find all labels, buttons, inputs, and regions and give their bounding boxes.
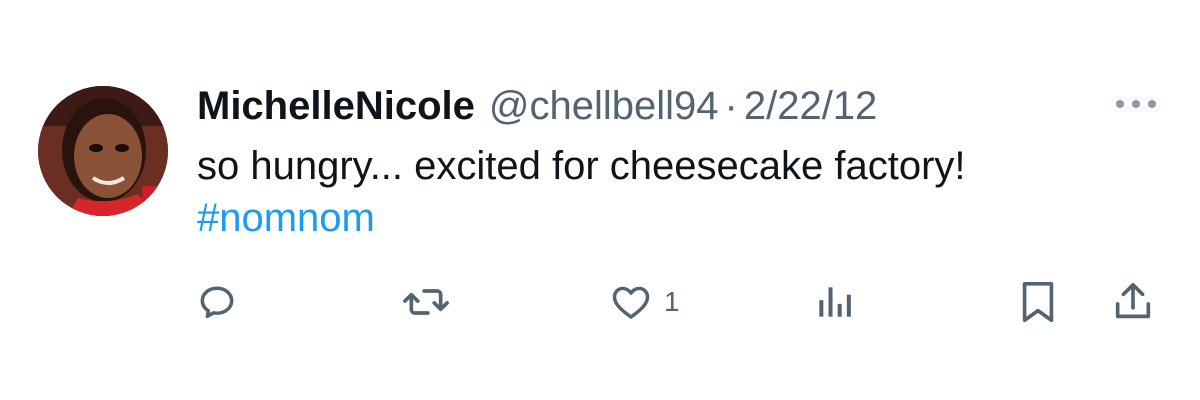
avatar-image bbox=[38, 86, 168, 216]
separator-dot: · bbox=[724, 84, 738, 128]
reply-icon bbox=[200, 286, 234, 319]
tweet-text-content: so hungry... excited for cheesecake fact… bbox=[197, 144, 966, 188]
heart-icon bbox=[612, 286, 650, 319]
tweet-date[interactable]: 2/22/12 bbox=[744, 82, 877, 130]
like-button[interactable]: 1 bbox=[608, 272, 680, 332]
author-display-name[interactable]: MichelleNicole bbox=[197, 82, 475, 130]
tweet-header: MichelleNicole @chellbell94 · 2/22/12 bbox=[197, 82, 877, 130]
views-button[interactable] bbox=[814, 272, 854, 332]
retweet-button[interactable] bbox=[400, 272, 452, 332]
more-options-icon[interactable] bbox=[1112, 94, 1160, 114]
retweet-icon bbox=[403, 289, 449, 315]
action-bar: 1 bbox=[0, 272, 1200, 332]
views-icon bbox=[819, 287, 851, 317]
author-handle[interactable]: @chellbell94 bbox=[489, 82, 719, 130]
share-icon bbox=[1115, 282, 1151, 319]
avatar[interactable] bbox=[38, 86, 168, 216]
bookmark-icon bbox=[1022, 281, 1054, 323]
tweet-text: so hungry... excited for cheesecake fact… bbox=[197, 140, 1137, 244]
like-count: 1 bbox=[664, 286, 680, 317]
hashtag-link[interactable]: #nomnom bbox=[197, 192, 1137, 244]
tweet-card[interactable]: MichelleNicole @chellbell94 · 2/22/12 so… bbox=[0, 0, 1200, 400]
reply-button[interactable] bbox=[195, 272, 239, 332]
share-button[interactable] bbox=[1110, 272, 1156, 332]
bookmark-button[interactable] bbox=[1018, 272, 1058, 332]
